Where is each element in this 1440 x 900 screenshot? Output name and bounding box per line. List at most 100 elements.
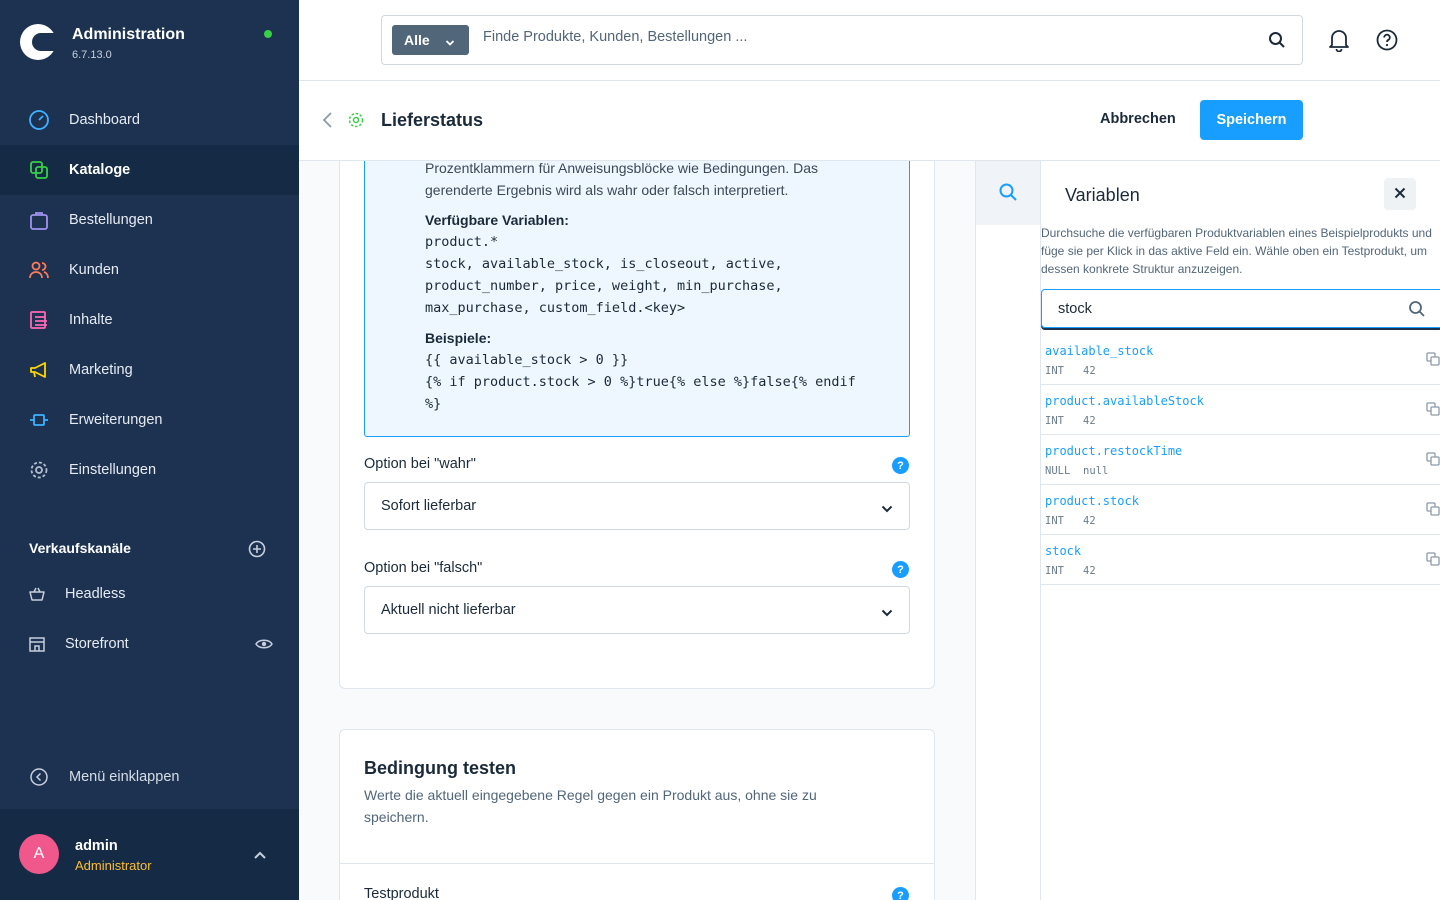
close-button[interactable] [1384,178,1416,210]
notification-bell-icon[interactable] [1328,28,1350,55]
variable-value: null [1083,465,1109,477]
chevron-down-icon [881,605,893,621]
variables-line: product_number, price, weight, min_purch… [425,278,783,294]
variables-line: max_purchase, custom_field.<key> [425,300,686,316]
variable-value: 42 [1083,365,1096,377]
variables-panel: Variablen Durchsuche die verfügbaren Pro… [1041,161,1440,900]
variables-heading: Verfügbare Variablen: [425,212,569,228]
variable-type: INT [1045,565,1064,577]
nav-item-content[interactable]: Inhalte [0,295,299,345]
nav-item-label: Kunden [69,262,119,278]
add-sales-channel-icon[interactable] [248,540,266,558]
nav-item-extensions[interactable]: Erweiterungen [0,395,299,445]
copy-icon[interactable] [1426,502,1440,519]
variable-row[interactable]: product.restockTime NULL null [1041,435,1440,485]
brand: Administration 6.7.13.0 [20,24,185,61]
variable-row[interactable]: product.stock INT 42 [1041,485,1440,535]
user-profile[interactable]: A admin Administrator [0,809,299,900]
users-icon [28,259,50,281]
sales-channel-storefront[interactable]: Storefront [28,635,273,653]
catalog-icon [28,159,50,181]
variables-search-tab[interactable] [976,161,1040,225]
chevron-down-icon [445,34,455,50]
variable-name: stock [1045,544,1082,558]
copy-icon[interactable] [1426,402,1440,419]
help-tooltip-icon[interactable]: ? [892,887,909,900]
chevron-up-icon[interactable] [253,847,267,863]
nav-item-settings[interactable]: Einstellungen [0,445,299,495]
option-false-select[interactable]: Aktuell nicht lieferbar [364,586,910,634]
eye-icon[interactable] [255,637,273,655]
main-navigation: Dashboard Kataloge Bestellungen Kunden I… [0,95,299,495]
variable-row[interactable]: product.availableStock INT 42 [1041,385,1440,435]
variable-name: product.stock [1045,494,1139,508]
plug-icon [28,409,50,431]
megaphone-icon [28,359,50,381]
search-input[interactable] [483,29,1243,45]
nav-item-label: Bestellungen [69,212,153,228]
nav-item-label: Inhalte [69,312,113,328]
variable-type: NULL [1045,465,1071,477]
select-value: Aktuell nicht lieferbar [381,602,516,618]
search-icon[interactable] [1268,31,1286,52]
option-true-select[interactable]: Sofort lieferbar [364,482,910,530]
back-arrow-icon[interactable] [321,111,333,132]
variable-row[interactable]: stock INT 42 [1041,535,1440,585]
help-text-line: Prozentklammern für Anweisungsblöcke wie… [425,161,818,176]
copy-icon[interactable] [1426,552,1440,569]
variable-search-field [1041,289,1440,328]
chevron-left-circle-icon [28,766,50,788]
option-false-label: Option bei "falsch" [364,560,483,576]
nav-item-catalogs[interactable]: Kataloge [0,145,299,195]
nav-item-dashboard[interactable]: Dashboard [0,95,299,145]
variables-line: product.* [425,234,499,250]
test-condition-card: Bedingung testen Werte die aktuell einge… [339,729,935,900]
panel-title: Variablen [1065,185,1140,205]
divider [340,863,934,864]
gear-icon [28,459,50,481]
copy-icon[interactable] [1426,452,1440,469]
variables-line: stock, available_stock, is_closeout, act… [425,256,783,272]
variable-list: available_stock INT 42 product.available… [1041,335,1440,585]
online-status-dot [264,30,272,38]
brand-version: 6.7.13.0 [72,49,112,61]
variable-value: 42 [1083,515,1096,527]
nav-item-marketing[interactable]: Marketing [0,345,299,395]
variable-type: INT [1045,415,1064,427]
user-role: Administrator [75,858,152,873]
search-type-select[interactable]: Alle [392,25,469,55]
example-line: %} [425,396,442,412]
help-tooltip-icon[interactable]: ? [892,561,909,578]
variable-name: product.availableStock [1045,394,1204,408]
help-info-box: Prozentklammern für Anweisungsblöcke wie… [364,161,910,437]
collapse-menu-button[interactable]: Menü einklappen [28,766,179,788]
collapse-menu-label: Menü einklappen [69,769,180,785]
basket-icon [28,585,46,603]
sales-channel-headless[interactable]: Headless [28,585,273,603]
panel-description: Durchsuche die verfügbaren Produktvariab… [1041,226,1432,276]
save-button[interactable]: Speichern [1200,100,1303,140]
nav-item-label: Dashboard [69,112,140,128]
example-line: {% if product.stock > 0 %}true{% else %}… [425,374,856,390]
sales-channels-heading: Verkaufskanäle [29,540,131,556]
variable-value: 42 [1083,565,1096,577]
settings-gear-icon [347,111,365,132]
variable-search-input[interactable] [1058,301,1388,317]
copy-icon[interactable] [1426,352,1440,369]
help-tooltip-icon[interactable]: ? [892,457,909,474]
shopping-bag-icon [28,209,50,231]
nav-item-customers[interactable]: Kunden [0,245,299,295]
user-name: admin [75,838,118,854]
main-content: Prozentklammern für Anweisungsblöcke wie… [299,161,975,900]
help-icon[interactable] [1376,29,1398,54]
variable-type: INT [1045,515,1064,527]
nav-item-orders[interactable]: Bestellungen [0,195,299,245]
sales-channel-label: Headless [65,586,126,602]
nav-item-label: Marketing [69,362,133,378]
nav-item-label: Einstellungen [69,462,157,478]
cancel-button[interactable]: Abbrechen [1100,111,1176,127]
card-subtitle: Werte die aktuell eingegebene Regel gege… [364,787,817,825]
smart-bar: Lieferstatus Abbrechen Speichern [299,81,1440,161]
search-icon[interactable] [1408,300,1426,321]
variable-row[interactable]: available_stock INT 42 [1041,335,1440,385]
